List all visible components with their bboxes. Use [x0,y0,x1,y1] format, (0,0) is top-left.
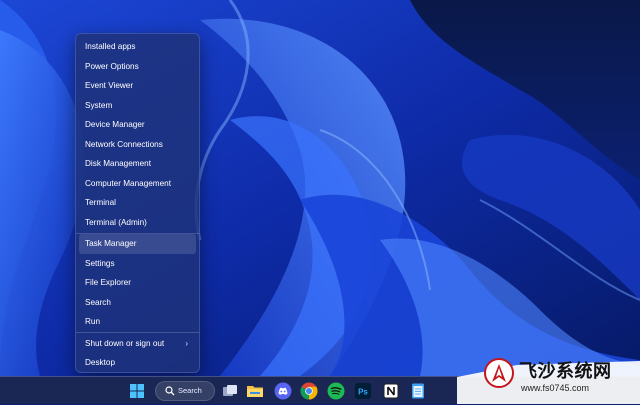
search-icon [165,386,175,396]
menu-item-label: Shut down or sign out [85,338,165,348]
menu-item-desktop[interactable]: Desktop [79,353,196,373]
file-explorer-icon[interactable] [246,382,264,400]
taskbar-search-box[interactable]: Search [155,381,215,401]
menu-item-run[interactable]: Run [79,312,196,332]
search-label: Search [178,386,202,395]
notion-icon[interactable] [382,382,400,400]
menu-item-task-manager[interactable]: Task Manager [79,234,196,254]
menu-item-shut-down-or-sign-out[interactable]: Shut down or sign out › [79,334,196,354]
chevron-right-icon: › [185,338,188,348]
menu-item-computer-management[interactable]: Computer Management [79,174,196,194]
spotify-icon[interactable] [327,382,345,400]
menu-item-terminal-admin[interactable]: Terminal (Admin) [79,213,196,233]
menu-item-power-options[interactable]: Power Options [79,57,196,77]
watermark-title: 飞沙系统网 [519,361,612,381]
windows-start-icon[interactable] [128,382,146,400]
menu-separator [76,332,199,333]
chrome-icon[interactable] [300,382,318,400]
menu-item-installed-apps[interactable]: Installed apps [79,37,196,57]
menu-item-file-explorer[interactable]: File Explorer [79,273,196,293]
menu-item-settings[interactable]: Settings [79,254,196,274]
watermark-logo-icon [484,358,514,388]
quick-link-menu: Installed apps Power Options Event Viewe… [75,33,200,373]
photoshop-icon[interactable]: Ps [354,382,372,400]
site-watermark: 飞沙系统网 www.fs0745.com [457,355,640,404]
photoshop-label: Ps [358,388,368,397]
notepad-icon[interactable] [409,382,427,400]
menu-item-system[interactable]: System [79,96,196,116]
task-view-icon[interactable] [221,382,239,400]
discord-icon[interactable] [274,382,292,400]
menu-item-terminal[interactable]: Terminal [79,193,196,213]
menu-item-device-manager[interactable]: Device Manager [79,115,196,135]
menu-item-search[interactable]: Search [79,293,196,313]
menu-item-network-connections[interactable]: Network Connections [79,135,196,155]
menu-item-event-viewer[interactable]: Event Viewer [79,76,196,96]
menu-item-disk-management[interactable]: Disk Management [79,154,196,174]
watermark-url: www.fs0745.com [521,383,590,393]
